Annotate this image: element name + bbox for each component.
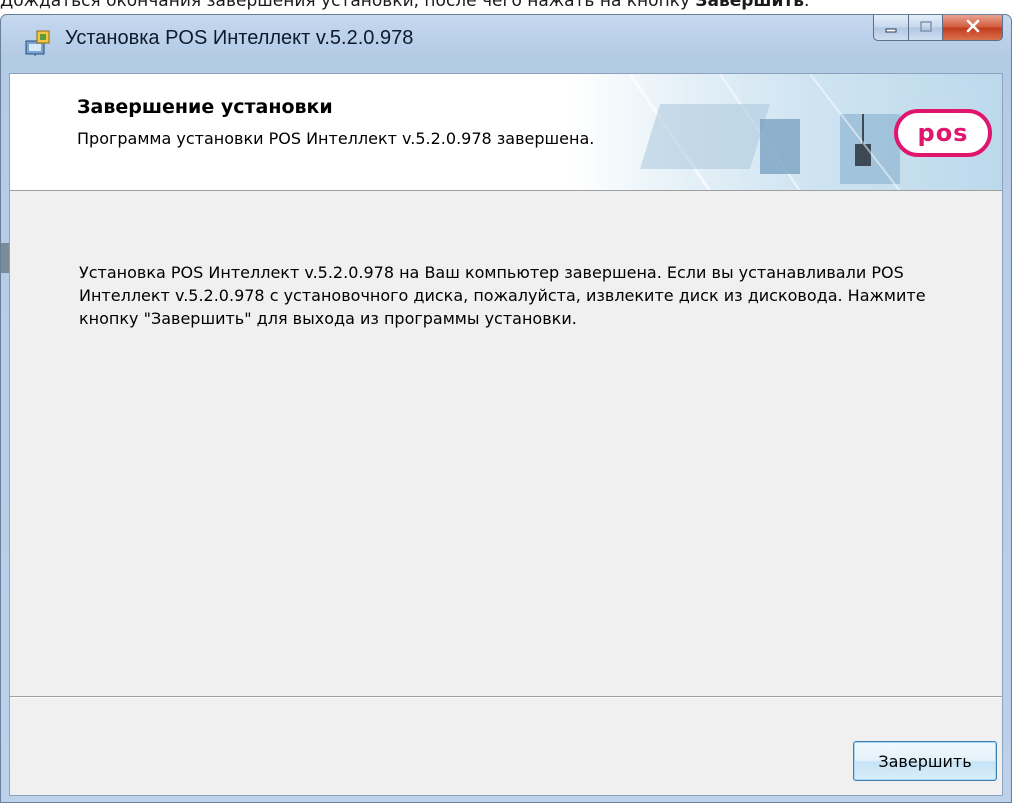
caption-buttons: [873, 15, 1003, 45]
minimize-icon: [884, 18, 898, 37]
completion-message: Установка POS Интеллект v.5.2.0.978 на В…: [79, 263, 926, 328]
instruction-bold: Завершить: [695, 0, 804, 11]
window-edge: [1, 243, 9, 273]
maximize-button[interactable]: [909, 15, 943, 41]
close-icon: [965, 18, 981, 37]
footer-divider: [10, 696, 1002, 698]
instruction-caption: Дождаться окончания завершения установки…: [0, 0, 1012, 11]
instruction-text: Дождаться окончания завершения установки…: [0, 0, 696, 11]
page-title: Завершение установки: [77, 96, 333, 118]
maximize-icon: [919, 18, 933, 37]
minimize-button[interactable]: [873, 15, 909, 41]
title-bar[interactable]: Установка POS Интеллект v.5.2.0.978: [1, 15, 1011, 73]
wizard-header: Завершение установки Программа установки…: [10, 74, 1002, 191]
instruction-tail: .: [804, 0, 810, 11]
dialog-client-area: Завершение установки Программа установки…: [9, 73, 1003, 796]
installer-icon[interactable]: [25, 29, 51, 57]
page-subtitle: Программа установки POS Интеллект v.5.2.…: [77, 129, 595, 148]
window-title: Установка POS Интеллект v.5.2.0.978: [65, 27, 414, 49]
close-button[interactable]: [943, 15, 1003, 41]
installer-window: Установка POS Интеллект v.5.2.0.978 Заве…: [0, 14, 1012, 803]
pos-logo: pos: [894, 109, 992, 157]
finish-button[interactable]: Завершить: [853, 741, 997, 781]
